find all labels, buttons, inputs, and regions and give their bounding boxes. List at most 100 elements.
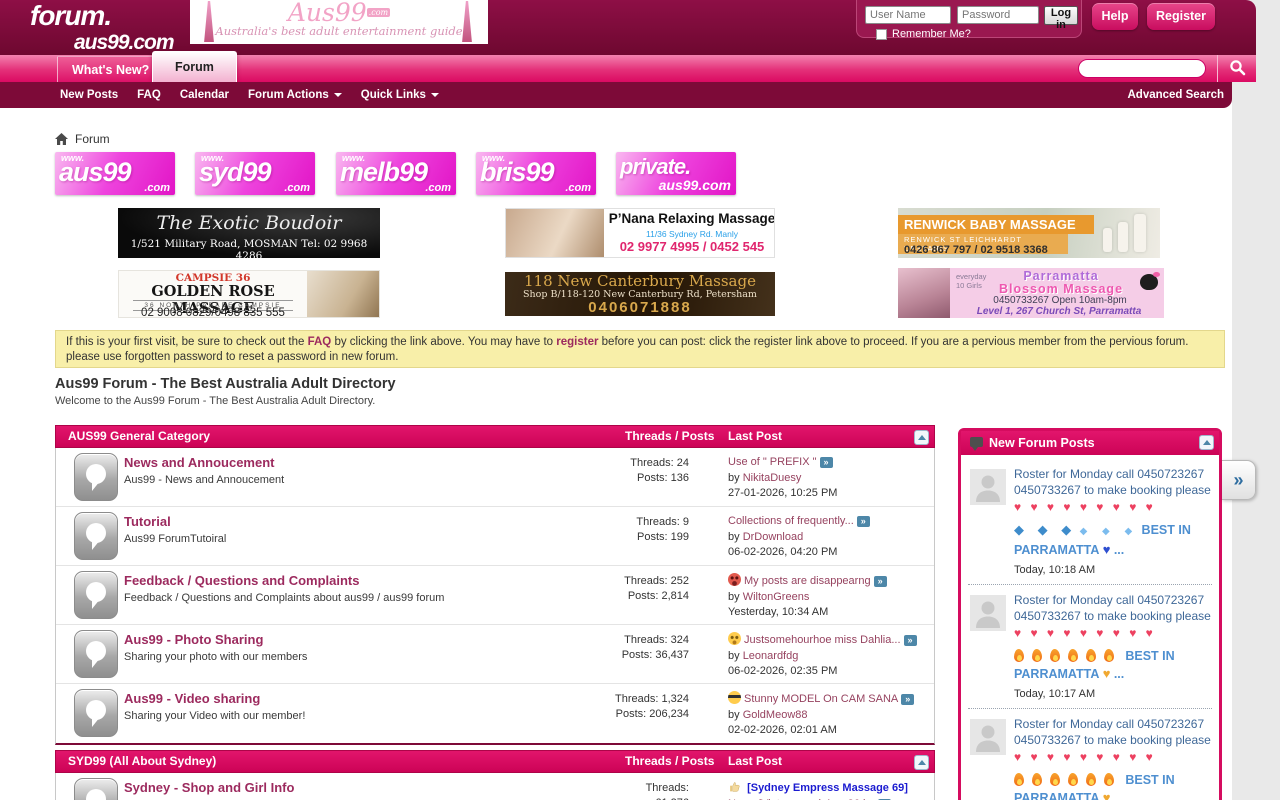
forum-link[interactable]: Tutorial	[124, 514, 171, 529]
banner-aus99[interactable]: www. aus99 .com	[55, 152, 175, 195]
collapse-button[interactable]	[1199, 435, 1214, 450]
ad-exotic-boudoir[interactable]: The Exotic Boudoir 1/521 Military Road, …	[118, 208, 380, 258]
breadcrumb-label[interactable]: Forum	[75, 132, 110, 146]
flame-icon	[1104, 649, 1114, 662]
forum-row-news: News and Annoucement Aus99 - News and An…	[56, 448, 934, 507]
banner-private-aus99[interactable]: private. aus99.com	[616, 152, 736, 195]
search-input[interactable]	[1078, 59, 1206, 78]
banner-melb99[interactable]: www. melb99 .com	[336, 152, 456, 195]
remember-label: Remember Me?	[892, 28, 971, 40]
by-label: by	[728, 591, 740, 603]
nav-quick-links[interactable]: Quick Links	[361, 89, 439, 101]
ad-phone: 0406071888	[505, 300, 775, 315]
remember-me[interactable]: Remember Me?	[876, 28, 971, 40]
posts-count: Posts: 36,437	[622, 649, 689, 661]
forum-icon	[74, 571, 118, 619]
column-last-post: Last Post	[728, 426, 782, 447]
advanced-search-link[interactable]: Advanced Search	[1127, 82, 1224, 108]
register-button[interactable]: Register	[1147, 3, 1215, 30]
ad-phone: 0450733267 Open 10am-8pm	[960, 295, 1160, 306]
last-post-link[interactable]: Stunny MODEL On CAM SANA	[744, 693, 898, 705]
column-threads-posts: Threads / Posts	[625, 751, 714, 772]
search-button[interactable]	[1218, 55, 1256, 82]
last-post-user[interactable]: GoldMeow88	[743, 709, 808, 721]
avatar[interactable]	[970, 469, 1006, 505]
last-post-link[interactable]: [Sydney Empress Massage 69]	[747, 782, 908, 794]
forum-desc: Sharing your photo with our members	[124, 651, 307, 663]
forum-icon	[74, 778, 118, 800]
forum-link[interactable]: News and Annoucement	[124, 455, 274, 470]
goto-last-post-icon[interactable]	[904, 635, 917, 646]
post-link[interactable]: Roster for Monday call 0450723267 045073…	[1014, 716, 1212, 800]
banner-bris99[interactable]: www. bris99 .com	[476, 152, 596, 195]
sidebar-toggle-button[interactable]: »	[1222, 460, 1256, 500]
flame-icon	[1068, 773, 1078, 786]
collapse-button[interactable]	[914, 755, 929, 770]
help-button[interactable]: Help	[1092, 3, 1138, 30]
nav-new-posts[interactable]: New Posts	[60, 89, 118, 101]
blue-heart-icon: ♥	[1103, 542, 1111, 557]
nav-forum-actions[interactable]: Forum Actions	[248, 89, 342, 101]
last-post-link[interactable]: Use of " PREFIX "	[728, 456, 817, 468]
smiley-face-icon	[728, 632, 741, 645]
remember-checkbox[interactable]	[876, 29, 887, 40]
ad-renwick-massage[interactable]: RENWICK BABY MASSAGE RENWICK ST LEICHHAR…	[898, 208, 1160, 258]
faq-link[interactable]: FAQ	[308, 336, 332, 348]
password-field[interactable]	[957, 6, 1039, 24]
forum-link[interactable]: Aus99 - Photo Sharing	[124, 632, 263, 647]
goto-last-post-icon[interactable]	[857, 516, 870, 527]
ad-pnana-massage[interactable]: P’Nana Relaxing Massage 11/36 Sydney Rd.…	[505, 208, 775, 258]
threads-count: Threads: 324	[624, 634, 689, 646]
forum-link[interactable]: Aus99 - Video sharing	[124, 691, 260, 706]
tab-whats-new[interactable]: What's New?	[57, 56, 163, 82]
last-post-user[interactable]: Leonardfdg	[743, 650, 799, 662]
register-link[interactable]: register	[556, 336, 598, 348]
post-link[interactable]: Roster for Monday call 0450723267 045073…	[1014, 592, 1212, 683]
goto-last-post-icon[interactable]	[874, 576, 887, 587]
nav-calendar[interactable]: Calendar	[180, 89, 229, 101]
aus99-banner[interactable]: Aus99.com Australia's best adult enterta…	[190, 0, 488, 44]
avatar[interactable]	[970, 595, 1006, 631]
last-post-link[interactable]: My posts are disappearng	[744, 575, 871, 587]
speech-bubble-icon	[83, 698, 109, 728]
avatar[interactable]	[970, 719, 1006, 755]
last-post-date: 06-02-2026, 02:35 PM	[728, 665, 837, 677]
goto-last-post-icon[interactable]	[901, 694, 914, 705]
home-icon	[55, 133, 68, 145]
username-field[interactable]	[865, 6, 951, 24]
chevron-down-icon	[334, 93, 342, 97]
site-logo[interactable]: forum. aus99.com	[30, 2, 174, 53]
cool-face-icon	[728, 691, 741, 704]
ad-address: Level 1, 267 Church St, Parramatta	[954, 306, 1164, 317]
last-post-date: 02-02-2026, 02:01 AM	[728, 724, 837, 736]
login-button[interactable]: Log in	[1044, 6, 1078, 25]
breadcrumb[interactable]: Forum	[55, 132, 110, 146]
last-post-user[interactable]: WiltonGreens	[743, 591, 810, 603]
last-post-user[interactable]: NikitaDuesy	[743, 472, 802, 484]
forum-link[interactable]: Feedback / Questions and Complaints	[124, 573, 360, 588]
forum-icon	[74, 630, 118, 678]
speech-bubble-icon	[83, 521, 109, 551]
by-label: by	[728, 650, 740, 662]
ad-golden-rose-massage[interactable]: CAMPSIE 36 GOLDEN ROSE MASSAGE 36 NORTH …	[118, 270, 380, 318]
goto-last-post-icon[interactable]	[820, 457, 833, 468]
tab-forum[interactable]: Forum	[152, 51, 237, 82]
forum-link[interactable]: Sydney - Shop and Girl Info	[124, 780, 294, 795]
post-link[interactable]: Roster for Monday call 0450723267 045073…	[1014, 466, 1212, 559]
collapse-button[interactable]	[914, 430, 929, 445]
logo-line1: forum.	[30, 2, 174, 30]
category-title[interactable]: AUS99 General Category	[68, 429, 210, 443]
banner-syd99[interactable]: www. syd99 .com	[195, 152, 315, 195]
speech-bubble-icon	[83, 639, 109, 669]
small-diamond-icons: ◆ ◆ ◆	[1080, 526, 1139, 537]
category-title[interactable]: SYD99 (All About Sydney)	[68, 754, 216, 768]
last-post-link[interactable]: Justsomehourhoe miss Dahlia...	[744, 634, 901, 646]
last-post-user[interactable]: DrDownload	[743, 531, 804, 543]
ad-blossom-massage[interactable]: everyday10 Girls Parramatta Blossom Mass…	[898, 268, 1164, 318]
last-post-link[interactable]: Collections of frequently...	[728, 515, 854, 527]
site-header: forum. aus99.com Aus99.com Australia's b…	[0, 0, 1256, 55]
nav-faq[interactable]: FAQ	[137, 89, 161, 101]
candle-graphic	[1118, 222, 1128, 252]
ad-canterbury-massage[interactable]: 118 New Canterbury Massage Shop B/118-12…	[505, 272, 775, 316]
search-icon	[1229, 59, 1246, 76]
